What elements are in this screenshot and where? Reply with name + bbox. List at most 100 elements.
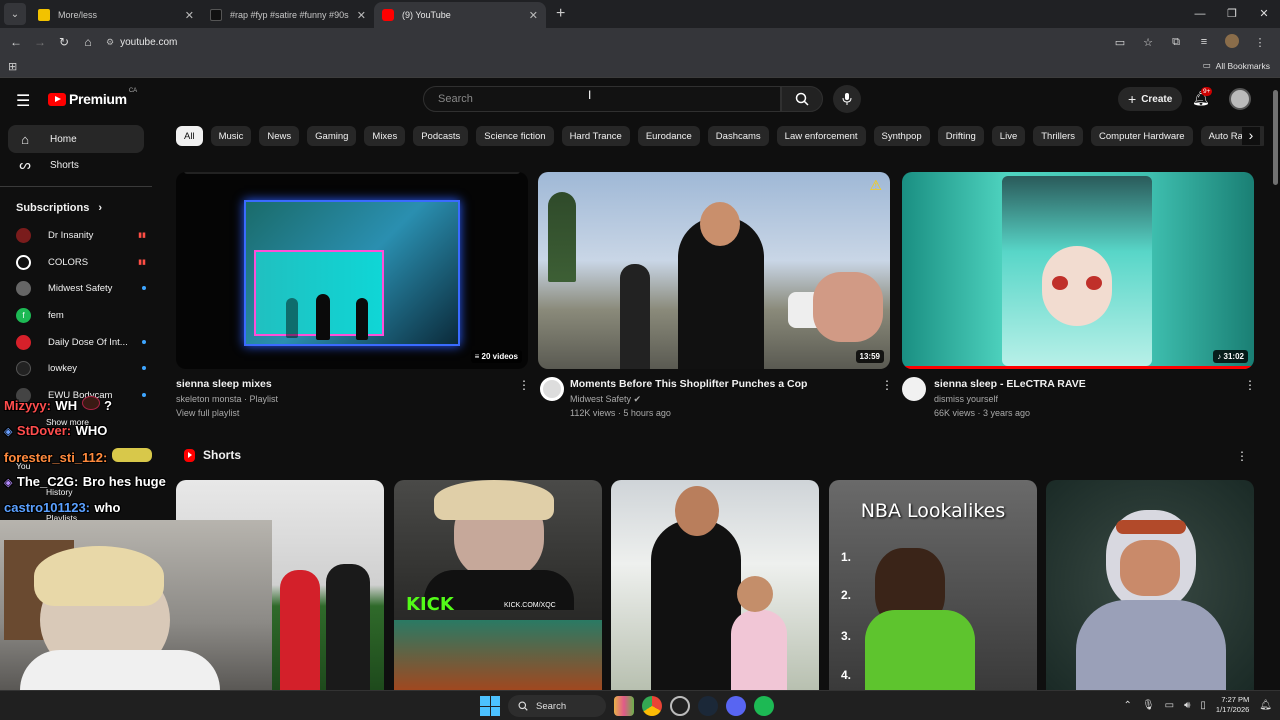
chip[interactable]: Live [991,126,1026,146]
chip[interactable]: Synthpop [873,126,930,146]
notification-center-icon[interactable]: 🔔︎ [1259,700,1272,711]
sidebar-subscription[interactable]: f fem [16,305,146,325]
video-thumbnail[interactable]: ♪ 31:02 [902,172,1254,369]
chip[interactable]: Computer Hardware [1091,126,1193,146]
browser-tab-active[interactable]: (9) YouTube ✕ [374,2,546,28]
browser-menu-icon[interactable]: ⋮ [1246,36,1274,49]
notifications-button[interactable]: 🔔︎ 9+ [1192,87,1213,107]
sidebar-subscription[interactable]: Dr Insanity ▮▮ [16,225,146,245]
create-button[interactable]: + Create [1118,87,1183,111]
short-thumbnail[interactable] [1046,480,1254,690]
account-avatar[interactable] [1229,88,1251,110]
sidebar-item-shorts[interactable]: ᔕ Shorts [8,151,144,179]
extensions-icon[interactable]: ⧉ [1162,36,1190,49]
obs-icon[interactable] [670,696,690,716]
video-title[interactable]: Moments Before This Shoplifter Punches a… [570,378,807,390]
volume-icon[interactable]: 🔊︎ [1184,700,1190,711]
video-channel[interactable]: Midwest Safety ✔︎ [570,394,641,405]
back-icon[interactable]: ← [4,35,28,49]
chip[interactable]: Gaming [307,126,357,146]
more-options-icon[interactable]: ⋮ [1244,378,1256,392]
reload-icon[interactable]: ↻ [52,35,76,49]
chip[interactable]: Podcasts [413,126,469,146]
chip[interactable]: Dashcams [707,126,769,146]
playlist-stack [184,172,520,174]
channel-avatar[interactable] [540,377,564,401]
view-playlist-link[interactable]: View full playlist [176,408,239,418]
short-thumbnail[interactable]: KICK KICK.COM/XQC [394,480,602,690]
video-thumbnail[interactable]: ≡ 20 videos [176,172,528,369]
chips-next-chevron-icon[interactable]: › [1242,127,1260,145]
bookmark-star-icon[interactable]: ☆ [1134,36,1162,49]
apps-grid-icon[interactable]: ⊞ [8,60,17,73]
shorts-more-options-icon[interactable]: ⋮ [1236,449,1248,463]
short-thumbnail[interactable] [611,480,819,690]
youtube-premium-logo[interactable]: Premium CA [48,88,137,107]
notification-badge: 9+ [1201,87,1213,96]
browser-tab[interactable]: More/less ✕ [30,2,202,28]
video-title[interactable]: sienna sleep - ELeCTRA RAVE [934,378,1086,390]
chip[interactable]: Music [210,126,252,146]
chip[interactable]: Thrillers [1033,126,1084,146]
chrome-icon[interactable] [642,696,662,716]
more-options-icon[interactable]: ⋮ [881,378,893,392]
chip[interactable]: Mixes [364,126,406,146]
chip[interactable]: Eurodance [637,126,700,146]
chip-all[interactable]: All [176,126,203,146]
voice-search-button[interactable] [833,85,861,113]
close-window-icon[interactable]: ✕ [1248,0,1280,28]
spotify-icon[interactable] [754,696,774,716]
channel-avatar[interactable] [902,377,926,401]
media-control-icon[interactable]: ≡ [1190,36,1218,48]
chip[interactable]: Law enforcement [776,126,866,146]
video-channel[interactable]: dismiss yourself [934,394,998,404]
close-tab-icon[interactable]: ✕ [185,9,194,22]
page-scrollbar[interactable] [1270,80,1280,690]
taskbar-search[interactable]: Search [508,695,606,717]
cast-icon[interactable]: ▭ [1106,36,1134,49]
chip[interactable]: Science fiction [476,126,554,146]
more-options-icon[interactable]: ⋮ [518,378,530,392]
search-input[interactable]: Search [423,86,781,112]
close-tab-icon[interactable]: ✕ [529,9,538,22]
microphone-icon[interactable]: 🎙︎ [1142,700,1155,711]
home-nav-icon[interactable]: ⌂ [76,35,100,49]
profile-avatar[interactable] [1218,33,1246,51]
video-title[interactable]: sienna sleep mixes [176,378,272,390]
steam-icon[interactable] [698,696,718,716]
chevron-up-icon[interactable]: ⌃ [1124,700,1132,711]
sidebar-subscription[interactable]: lowkey [16,358,146,378]
all-bookmarks-button[interactable]: ▭ All Bookmarks [1203,60,1270,71]
url-field[interactable]: ⚙ youtube.com [106,31,1106,53]
search-button[interactable] [781,86,823,112]
subscriptions-heading[interactable]: Subscriptions › [16,202,102,214]
sidebar-subscription[interactable]: COLORS ▮▮ [16,252,146,272]
minimize-icon[interactable]: — [1184,0,1216,28]
menu-hamburger-icon[interactable]: ☰ [16,91,30,111]
tab-search-button[interactable]: ⌄ [4,3,26,25]
sidebar-subscription[interactable]: Daily Dose Of Int... [16,332,146,352]
scrollbar-thumb[interactable] [1273,90,1278,185]
network-icon[interactable]: ▭ [1165,700,1174,711]
close-tab-icon[interactable]: ✕ [357,9,366,22]
video-channel[interactable]: skeleton monsta · Playlist [176,394,278,404]
maximize-icon[interactable]: ❐ [1216,0,1248,28]
new-tab-icon[interactable]: + [556,5,565,23]
taskbar-clock[interactable]: 7:27 PM 1/17/2026 [1216,695,1249,715]
windows-start-icon[interactable] [480,696,500,716]
sidebar-item-label: Shorts [50,159,79,171]
flowers-widget-icon[interactable] [614,696,634,716]
sidebar-item-home[interactable]: ⌂ Home [8,125,144,153]
video-thumbnail[interactable]: ⚠ 13:59 [538,172,890,369]
site-info-icon[interactable]: ⚙ [106,37,114,48]
shorts-icon: ᔕ [19,157,31,172]
short-thumbnail[interactable]: NBA Lookalikes 1. 2. 3. 4. [829,480,1037,690]
chip[interactable]: News [259,126,300,146]
battery-icon[interactable]: ▯ [1200,700,1206,711]
browser-tab[interactable]: #rap #fyp #satire #funny #90s ✕ [202,2,374,28]
forward-icon[interactable]: → [28,35,52,49]
sidebar-subscription[interactable]: Midwest Safety [16,278,146,298]
chip[interactable]: Hard Trance [561,126,630,146]
chip[interactable]: Drifting [937,126,984,146]
discord-icon[interactable] [726,696,746,716]
